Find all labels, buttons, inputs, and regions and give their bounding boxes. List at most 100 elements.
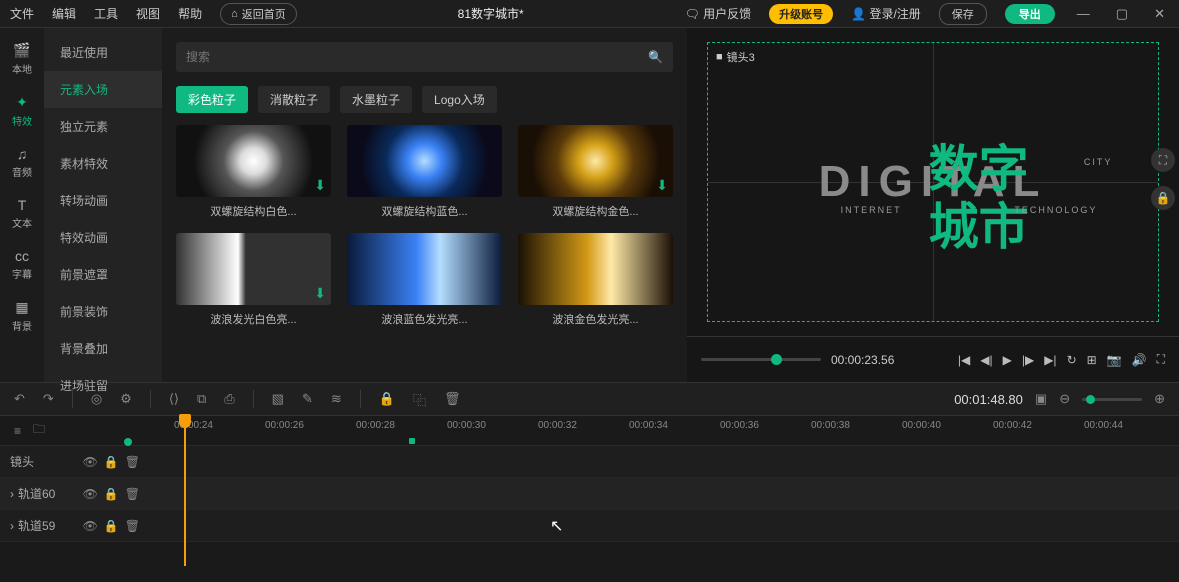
ruler-tick: 00:00:26	[265, 420, 304, 431]
nav-text[interactable]: T文本	[0, 193, 44, 234]
undo-icon[interactable]: ↶	[14, 391, 25, 407]
copy-icon[interactable]: ⿻	[413, 390, 426, 409]
track-60[interactable]: ›轨道60 👁🔒🗑	[0, 478, 1179, 510]
eye-icon[interactable]: 👁	[83, 487, 98, 501]
tab-color-particles[interactable]: 彩色粒子	[176, 86, 248, 113]
cat-material-fx[interactable]: 素材特效	[44, 145, 162, 182]
track-list-icon[interactable]: ≡	[14, 424, 21, 438]
cat-fx-anim[interactable]: 特效动画	[44, 219, 162, 256]
volume-icon[interactable]: 🔊	[1132, 353, 1147, 367]
play-icon[interactable]: ▶	[1003, 353, 1012, 367]
upgrade-button[interactable]: 升级账号	[769, 4, 833, 24]
maximize-icon[interactable]: ▢	[1112, 6, 1132, 22]
step-back-icon[interactable]: ◀|	[980, 353, 992, 367]
lock-icon[interactable]: 🔒	[104, 519, 119, 533]
trash-icon[interactable]: 🗑	[444, 391, 461, 407]
nav-local[interactable]: 🎬本地	[0, 38, 44, 80]
search-input[interactable]	[186, 50, 648, 64]
asset-item[interactable]: ⬇双螺旋结构白色...	[176, 125, 331, 219]
menu-help[interactable]: 帮助	[178, 5, 202, 22]
login-button[interactable]: 👤 登录/注册	[851, 5, 921, 22]
lock-icon[interactable]: 🔒	[104, 487, 119, 501]
marker[interactable]	[409, 438, 415, 444]
minimize-icon[interactable]: —	[1073, 6, 1094, 21]
mask-icon[interactable]: ▧	[272, 391, 284, 407]
fullscreen-icon[interactable]: ⛶	[1157, 352, 1165, 367]
track-59[interactable]: ›轨道59 👁🔒🗑	[0, 510, 1179, 542]
close-icon[interactable]: ✕	[1150, 6, 1169, 22]
asset-item[interactable]: 波浪金色发光亮...	[518, 233, 673, 327]
eye-icon[interactable]: 👁	[83, 519, 98, 533]
playhead-handle[interactable]	[179, 414, 191, 428]
export-button[interactable]: 导出	[1005, 4, 1055, 24]
asset-item[interactable]: 波浪蓝色发光亮...	[347, 233, 502, 327]
safegrid-icon[interactable]: ⊞	[1087, 353, 1097, 367]
cat-standalone[interactable]: 独立元素	[44, 108, 162, 145]
track-shot[interactable]: 镜头 👁🔒🗑	[0, 446, 1179, 478]
skip-end-icon[interactable]: ▶|	[1044, 353, 1056, 367]
home-button[interactable]: ⌂返回首页	[220, 3, 297, 25]
edit-icon[interactable]: ✎	[302, 391, 313, 407]
seek-bar[interactable]	[701, 358, 821, 361]
menu-view[interactable]: 视图	[136, 5, 160, 22]
download-icon[interactable]: ⬇	[314, 285, 326, 302]
trash-icon[interactable]: 🗑	[125, 487, 140, 501]
trash-icon[interactable]: 🗑	[125, 455, 140, 469]
download-icon[interactable]: ⬇	[656, 177, 668, 194]
tab-dissipate-particles[interactable]: 消散粒子	[258, 86, 330, 113]
asset-item[interactable]: 双螺旋结构蓝色...	[347, 125, 502, 219]
nav-audio[interactable]: ♫音频	[0, 142, 44, 183]
crop-icon[interactable]: ⧉	[197, 391, 206, 407]
asset-item[interactable]: ⬇波浪发光白色亮...	[176, 233, 331, 327]
code-tool-icon[interactable]: ⟨⟩	[169, 391, 179, 407]
zoom-handle[interactable]	[1086, 395, 1095, 404]
lock-tool-button[interactable]: 🔒	[1151, 186, 1175, 210]
search-icon[interactable]: 🔍	[648, 50, 663, 64]
loop-icon[interactable]: ↻	[1067, 353, 1077, 367]
skip-start-icon[interactable]: |◀	[958, 353, 970, 367]
menu-file[interactable]: 文件	[10, 5, 34, 22]
playhead[interactable]	[184, 416, 186, 566]
nav-effects[interactable]: ✦特效	[0, 90, 44, 132]
split-icon[interactable]: ⎙	[224, 391, 234, 407]
asset-item[interactable]: ⬇双螺旋结构金色...	[518, 125, 673, 219]
cat-fg-mask[interactable]: 前景遮罩	[44, 256, 162, 293]
preview-canvas[interactable]: ■镜头3 DIGITAL 数字 城市 INTERNET CITY TECHNOL…	[687, 28, 1179, 336]
preview-text: DIGITAL 数字 城市 INTERNET CITY TECHNOLOGY	[819, 157, 1048, 207]
lock-icon[interactable]: 🔒	[104, 455, 119, 469]
track-folder-icon[interactable]: 🗀	[33, 420, 45, 441]
menu-edit[interactable]: 编辑	[52, 5, 76, 22]
save-button[interactable]: 保存	[939, 3, 987, 25]
tab-logo-entry[interactable]: Logo入场	[422, 86, 497, 113]
zoom-out-icon[interactable]: ⊖	[1059, 391, 1070, 407]
chevron-right-icon[interactable]: ›	[10, 487, 14, 501]
trash-icon[interactable]: 🗑	[125, 519, 140, 533]
cat-transition[interactable]: 转场动画	[44, 182, 162, 219]
cat-recent[interactable]: 最近使用	[44, 34, 162, 71]
chevron-right-icon[interactable]: ›	[10, 519, 14, 533]
seek-handle[interactable]	[771, 354, 782, 365]
cat-fg-deco[interactable]: 前景装饰	[44, 293, 162, 330]
ruler[interactable]: 00:00:2400:00:2600:00:2800:00:3000:00:32…	[150, 416, 1179, 446]
menu-tools[interactable]: 工具	[94, 5, 118, 22]
cat-element-in[interactable]: 元素入场	[44, 71, 162, 108]
zoom-slider[interactable]	[1082, 398, 1142, 401]
cat-bg-overlay[interactable]: 背景叠加	[44, 330, 162, 367]
nav-caption[interactable]: cc字幕	[0, 244, 44, 285]
lock-icon[interactable]: 🔒	[379, 391, 395, 407]
zoom-in-icon[interactable]: ⊕	[1154, 391, 1165, 407]
tab-ink-particles[interactable]: 水墨粒子	[340, 86, 412, 113]
target-icon[interactable]: ◎	[91, 391, 102, 407]
step-fwd-icon[interactable]: |▶	[1022, 353, 1034, 367]
cat-entry-stay[interactable]: 进场驻留	[44, 367, 162, 404]
fit-icon[interactable]: ▣	[1035, 391, 1047, 407]
redo-icon[interactable]: ↷	[43, 391, 54, 407]
nav-bg[interactable]: ▦背景	[0, 295, 44, 337]
snapshot-icon[interactable]: 📷	[1107, 353, 1122, 367]
gear-icon[interactable]: ⚙	[120, 391, 132, 407]
download-icon[interactable]: ⬇	[314, 177, 326, 194]
layers-icon[interactable]: ≋	[331, 391, 342, 407]
crop-tool-button[interactable]: ⛶	[1151, 148, 1175, 172]
eye-icon[interactable]: 👁	[83, 455, 98, 469]
feedback-button[interactable]: 🗨 用户反馈	[685, 5, 752, 22]
